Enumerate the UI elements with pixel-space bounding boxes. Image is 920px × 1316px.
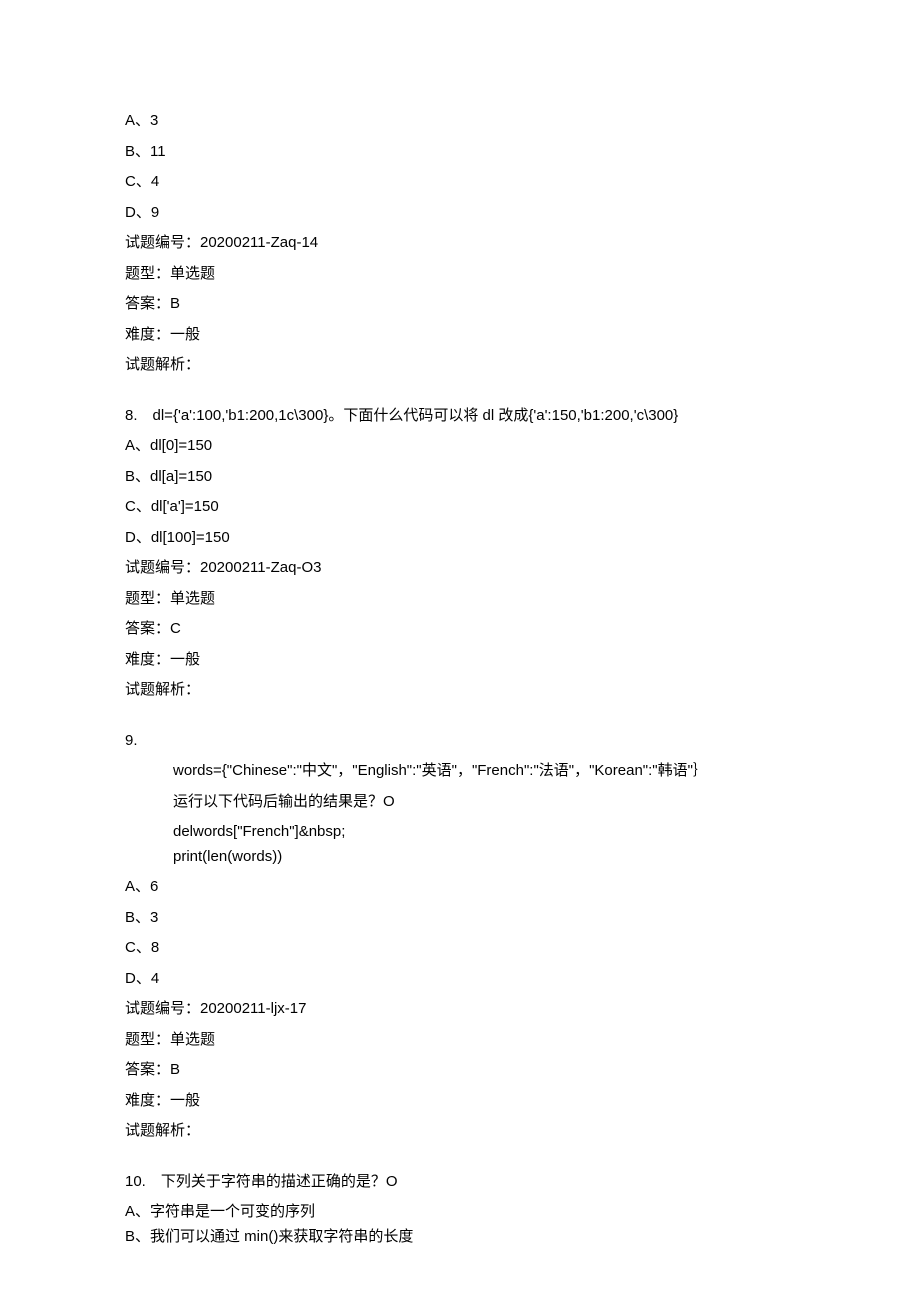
q8-stem: 8. dl={'a':100,'b1:200,1c\300}。下面什么代码可以将…	[125, 405, 795, 428]
q9-type: 题型：单选题	[125, 1029, 795, 1052]
q9-answer: 答案：B	[125, 1059, 795, 1082]
spacer	[125, 710, 795, 730]
q10-stem: 10. 下列关于字符串的描述正确的是？O	[125, 1171, 795, 1194]
spacer	[125, 1151, 795, 1171]
q9-code-line-4: print(len(words))	[125, 846, 795, 869]
q7-option-a: A、3	[125, 110, 795, 133]
q10-option-b: B、我们可以通过 min()来获取字符串的长度	[125, 1226, 795, 1249]
q9-option-d: D、4	[125, 968, 795, 991]
q7-answer: 答案：B	[125, 293, 795, 316]
q8-answer: 答案：C	[125, 618, 795, 641]
q9-option-b: B、3	[125, 907, 795, 930]
q7-analysis: 试题解析：	[125, 354, 795, 377]
q7-option-c: C、4	[125, 171, 795, 194]
q9-analysis: 试题解析：	[125, 1120, 795, 1143]
q10-option-a: A、字符串是一个可变的序列	[125, 1201, 795, 1224]
q8-type: 题型：单选题	[125, 588, 795, 611]
q7-id: 试题编号：20200211-Zaq-14	[125, 232, 795, 255]
q9-option-a: A、6	[125, 876, 795, 899]
q7-type: 题型：单选题	[125, 263, 795, 286]
q8-id: 试题编号：20200211-Zaq-O3	[125, 557, 795, 580]
q8-option-b: B、dl[a]=150	[125, 466, 795, 489]
spacer	[125, 385, 795, 405]
q8-option-d: D、dl[100]=150	[125, 527, 795, 550]
q8-difficulty: 难度：一般	[125, 649, 795, 672]
q7-option-d: D、9	[125, 202, 795, 225]
q8-analysis: 试题解析：	[125, 679, 795, 702]
q9-code-line-1: words={"Chinese":"中文"，"English":"英语"，"Fr…	[125, 760, 795, 783]
document-page: A、3 B、11 C、4 D、9 试题编号：20200211-Zaq-14 题型…	[0, 0, 920, 1316]
q9-code-line-3: delwords["French"]&nbsp;	[125, 821, 795, 844]
q8-option-c: C、dl['a']=150	[125, 496, 795, 519]
q7-option-b: B、11	[125, 141, 795, 164]
q9-number: 9.	[125, 730, 795, 753]
q9-code-line-2: 运行以下代码后输出的结果是？O	[125, 791, 795, 814]
q9-option-c: C、8	[125, 937, 795, 960]
q9-id: 试题编号：20200211-ljx-17	[125, 998, 795, 1021]
q9-difficulty: 难度：一般	[125, 1090, 795, 1113]
q7-difficulty: 难度：一般	[125, 324, 795, 347]
q8-option-a: A、dl[0]=150	[125, 435, 795, 458]
